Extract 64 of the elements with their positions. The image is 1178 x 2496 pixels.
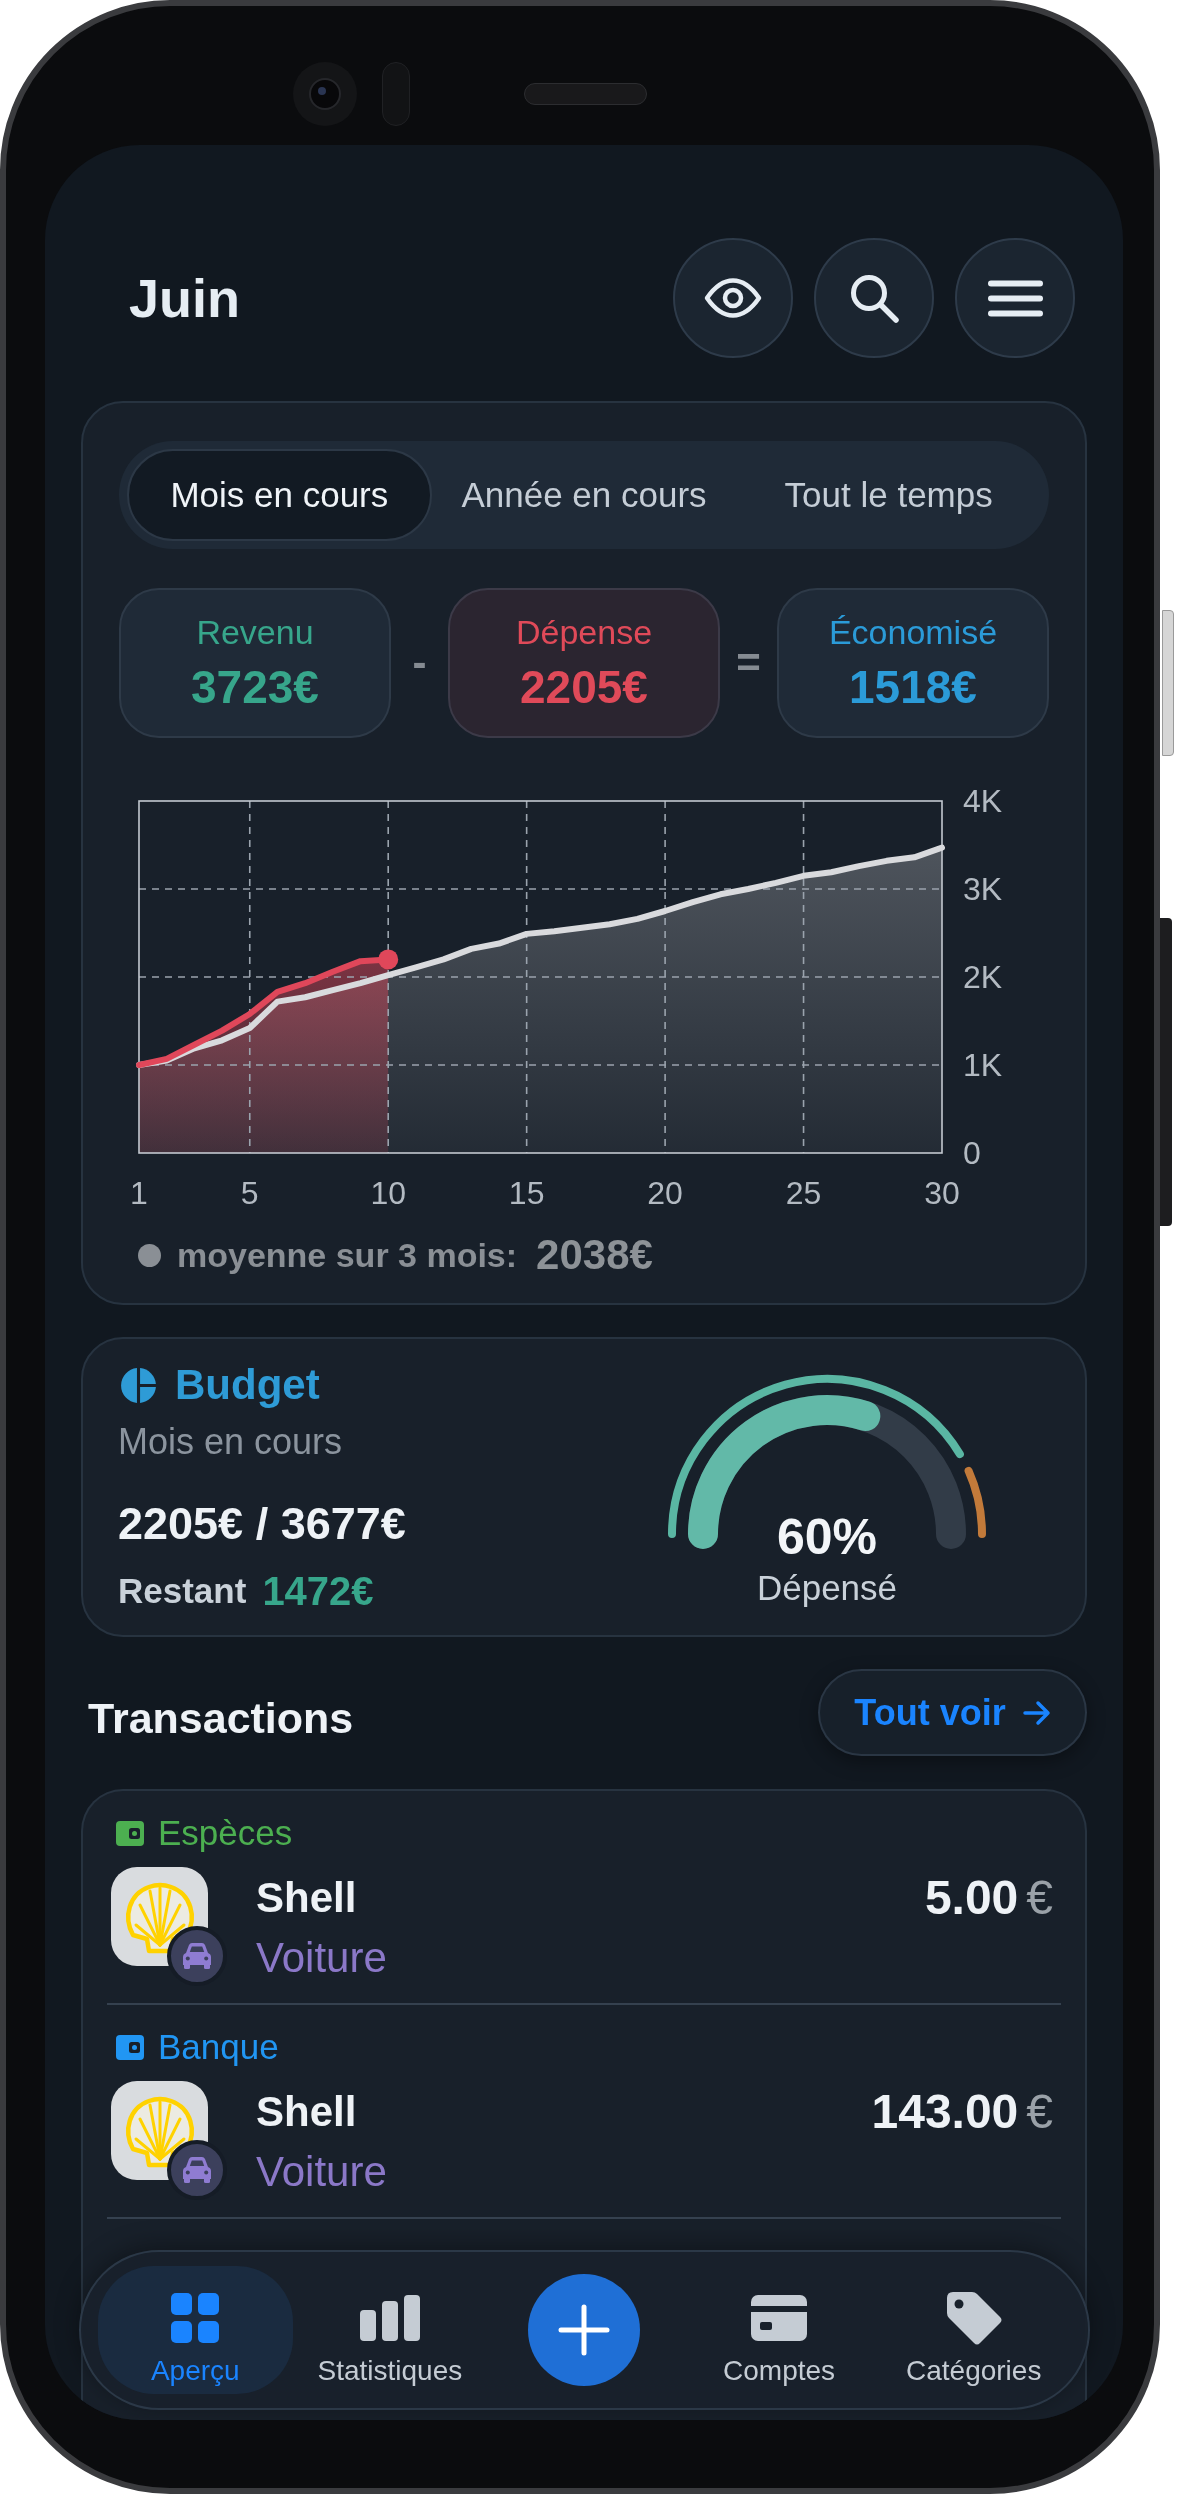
axis-tick-label: 4K [963,783,1003,819]
period-tab[interactable]: Tout le temps [736,449,1041,541]
amount-value: 143.00 [871,2088,1019,2136]
summary-value: 2205€ [520,660,648,714]
remaining-amount: 1472€ [262,1568,374,1614]
axis-tick-label: 1 [130,1175,148,1211]
axis-tick-label: 30 [924,1175,960,1211]
axis-tick-label: 10 [370,1175,406,1211]
currency-symbol: € [1026,2088,1053,2136]
search-icon [848,272,900,324]
credit-card-icon [751,2295,808,2341]
account-name: Banque [158,2029,279,2065]
budget-spent-amount: 2205€ / 3677€ [118,1497,406,1551]
budget-period: Mois en cours [118,1420,343,1464]
merchant-name: Shell [256,2088,357,2136]
gauge-caption: Dépensé [756,1567,898,1609]
tag-icon [944,2290,1003,2346]
section-title: Transactions [88,1692,354,1744]
pie-chart-icon [120,1366,157,1404]
summary-label: Dépense [515,612,653,653]
period-tab[interactable]: Année en cours [431,449,737,541]
eye-icon [704,278,762,318]
currency-symbol: € [1026,1874,1053,1922]
summary-value: 1518€ [849,660,977,714]
summary-label: Revenu [196,612,314,653]
nav-tab[interactable]: Aperçu [98,2266,293,2394]
current-value-dot-icon [378,949,399,970]
front-camera-icon [293,62,357,126]
category-name: Voiture [256,1934,387,1982]
amount-value: 5.00 [924,1874,1019,1922]
grid-icon [171,2293,220,2343]
nav-tab[interactable]: Comptes [681,2266,877,2394]
axis-tick-label: 15 [508,1175,545,1211]
axis-tick-label: 0 [963,1135,981,1171]
axis-tick-label: 25 [785,1175,822,1211]
arrow-right-icon [1022,1699,1051,1726]
legend-value: 2038€ [536,1233,653,1277]
axis-tick-label: 3K [963,871,1003,907]
nav-tab[interactable]: Statistiques [292,2266,488,2394]
axis-tick-label: 20 [647,1175,683,1211]
plus-icon [558,2304,611,2356]
operator-sign: - [412,641,427,685]
summary-label: Économisé [828,612,998,653]
axis-tick-label: 5 [240,1175,259,1211]
axis-tick-label: 2K [963,959,1003,995]
period-tab[interactable]: Mois en cours [127,449,432,541]
account-name: Espèces [158,1815,293,1851]
legend-label: moyenne sur 3 mois: [177,1235,518,1276]
budget-title: Budget [175,1363,320,1407]
category-name: Voiture [256,2148,387,2196]
bar-chart-icon [359,2295,420,2341]
operator-sign: = [736,641,761,685]
menu-icon [987,279,1043,317]
gauge-percent: 60% [776,1509,878,1565]
see-all-button[interactable]: Tout voir [818,1669,1087,1756]
remaining-label: Restant [118,1570,247,1612]
gauge-warning-zone-arc [964,1466,986,1538]
nav-tab[interactable]: Catégories [876,2266,1071,2394]
speaker-grille-icon [524,83,647,105]
summary-value: 3723€ [191,660,319,714]
legend-dot-icon [138,1243,161,1267]
merchant-name: Shell [256,1874,357,1922]
axis-tick-label: 1K [963,1047,1003,1083]
month-title: Juin [129,267,240,330]
